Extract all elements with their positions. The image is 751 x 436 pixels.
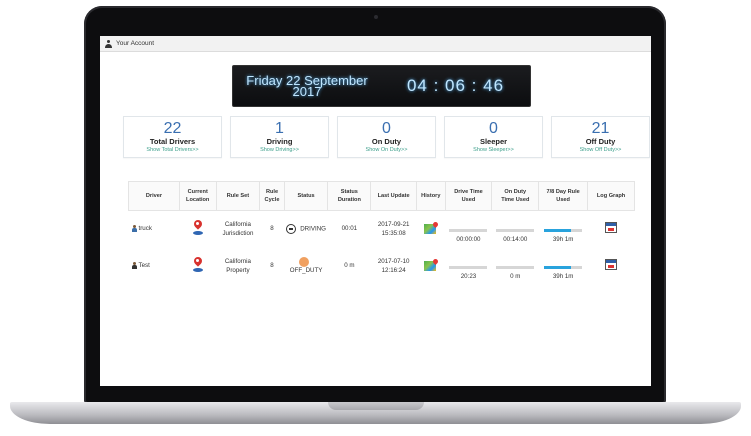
- stat-card-on-duty: 0 On Duty Show On Duty>>: [337, 116, 436, 158]
- driver-name[interactable]: Test: [139, 262, 150, 269]
- col-last-update[interactable]: Last Update: [370, 181, 418, 211]
- stat-label: Sleeper: [479, 137, 508, 146]
- stat-count: 0: [489, 120, 498, 137]
- col-day-rule-used[interactable]: 7/8 Day Rule Used: [538, 181, 589, 211]
- account-bar[interactable]: Your Account: [100, 36, 651, 52]
- table-row: truck California Jurisdiction 8 DRIVING 0…: [129, 211, 635, 249]
- drivers-table: Driver Current Location Rule Set Rule Cycl…: [128, 181, 635, 285]
- status-duration-cell: 00:01: [341, 225, 358, 233]
- screen: Your Account Friday 22 September 2017 04…: [100, 36, 651, 386]
- stat-count: 1: [275, 120, 284, 137]
- col-status[interactable]: Status: [283, 181, 329, 211]
- drive-time-bar: [449, 265, 488, 269]
- user-icon: [105, 39, 112, 48]
- last-update-cell: 2017-09-21 15:35:08: [377, 221, 410, 237]
- clock-time: 04 : 06 : 46: [406, 76, 505, 95]
- log-graph-cell[interactable]: [588, 248, 635, 285]
- last-update-cell: 2017-07-10 12:16:24: [377, 258, 410, 274]
- col-rule-set[interactable]: Rule Set: [215, 181, 261, 211]
- rule-cycle-cell: 8: [270, 262, 274, 270]
- stat-label: Driving: [266, 137, 293, 146]
- show-on-duty-link[interactable]: Show On Duty>>: [338, 146, 435, 154]
- stat-card-driving: 1 Driving Show Driving>>: [230, 116, 329, 158]
- stat-card-total-drivers: 22 Total Drivers Show Total Drivers>>: [123, 116, 222, 158]
- day-rule-cell: 39h 1m: [539, 211, 588, 249]
- show-driving-link[interactable]: Show Driving>>: [231, 146, 328, 154]
- history-map-icon[interactable]: [423, 257, 439, 271]
- map-pin-icon[interactable]: [191, 218, 205, 236]
- stat-card-off-duty: 21 Off Duty Show Off Duty>>: [551, 116, 650, 158]
- driver-cell[interactable]: truck: [129, 211, 180, 249]
- account-label[interactable]: Your Account: [116, 40, 154, 47]
- show-total-drivers-link[interactable]: Show Total Drivers>>: [124, 146, 221, 154]
- history-map-icon[interactable]: [423, 220, 439, 234]
- on-duty-time-bar: [496, 265, 535, 269]
- drive-time-bar: [449, 228, 488, 232]
- drive-time-cell: 20:23: [445, 248, 492, 285]
- stats-row: 22 Total Drivers Show Total Drivers>> 1 …: [123, 116, 650, 158]
- date-time-clock: Friday 22 September 2017 04 : 06 : 46: [232, 65, 531, 107]
- steering-wheel-icon: [286, 224, 297, 235]
- off-duty-icon: [299, 257, 310, 268]
- day-rule-cell: 39h 1m: [539, 248, 588, 285]
- driver-icon: [131, 262, 137, 270]
- day-rule-bar: [544, 228, 583, 232]
- col-on-duty-time-used[interactable]: On Duty Time Used: [491, 181, 540, 211]
- camera-dot: [374, 15, 378, 19]
- drive-time-cell: 00:00:00: [445, 211, 492, 249]
- on-duty-time-bar: [496, 228, 535, 232]
- log-graph-cell[interactable]: [588, 211, 635, 249]
- status-duration-cell: 0 m: [344, 262, 355, 270]
- stat-label: Off Duty: [585, 137, 616, 146]
- status-cell: DRIVING: [284, 211, 328, 249]
- on-duty-time-cell: 0 m: [492, 248, 539, 285]
- day-rule-bar: [544, 265, 583, 269]
- show-off-duty-link[interactable]: Show Off Duty>>: [552, 146, 649, 154]
- stat-count: 21: [591, 120, 610, 137]
- rule-set-cell: California Property: [224, 258, 251, 274]
- col-status-duration[interactable]: Status Duration: [327, 181, 372, 211]
- rule-set-cell: California Jurisdiction: [222, 221, 254, 237]
- stat-card-sleeper: 0 Sleeper Show Sleeper>>: [444, 116, 543, 158]
- location-cell[interactable]: [179, 248, 216, 285]
- history-cell[interactable]: [417, 248, 446, 285]
- show-sleeper-link[interactable]: Show Sleeper>>: [445, 146, 542, 154]
- col-rule-cycle[interactable]: Rule Cycle: [259, 181, 285, 211]
- table-header-row: Driver Current Location Rule Set Rule Cycl…: [128, 181, 635, 211]
- rule-cycle-cell: 8: [270, 225, 274, 233]
- location-cell[interactable]: [179, 211, 216, 249]
- clock-date: Friday 22 September 2017: [233, 74, 381, 98]
- map-pin-icon[interactable]: [191, 255, 205, 273]
- driver-icon: [131, 225, 137, 233]
- stat-count: 0: [382, 120, 391, 137]
- col-history[interactable]: History: [416, 181, 446, 211]
- stat-label: On Duty: [371, 137, 402, 146]
- log-graph-icon[interactable]: [605, 222, 618, 234]
- status-cell: OFF_DUTY: [284, 248, 328, 285]
- stat-count: 22: [163, 120, 182, 137]
- driver-name[interactable]: truck: [139, 225, 152, 232]
- table-row: Test California Property 8 OFF_DUTY 0 m 2…: [129, 248, 635, 285]
- log-graph-icon[interactable]: [605, 259, 618, 271]
- col-drive-time-used[interactable]: Drive Time Used: [444, 181, 493, 211]
- col-current-location[interactable]: Current Location: [178, 181, 217, 211]
- on-duty-time-cell: 00:14:00: [492, 211, 539, 249]
- col-log-graph[interactable]: Log Graph: [587, 181, 635, 211]
- stat-label: Total Drivers: [149, 137, 196, 146]
- col-driver[interactable]: Driver: [128, 181, 180, 211]
- laptop-notch: [328, 402, 424, 410]
- history-cell[interactable]: [417, 211, 446, 249]
- driver-cell[interactable]: Test: [129, 248, 180, 285]
